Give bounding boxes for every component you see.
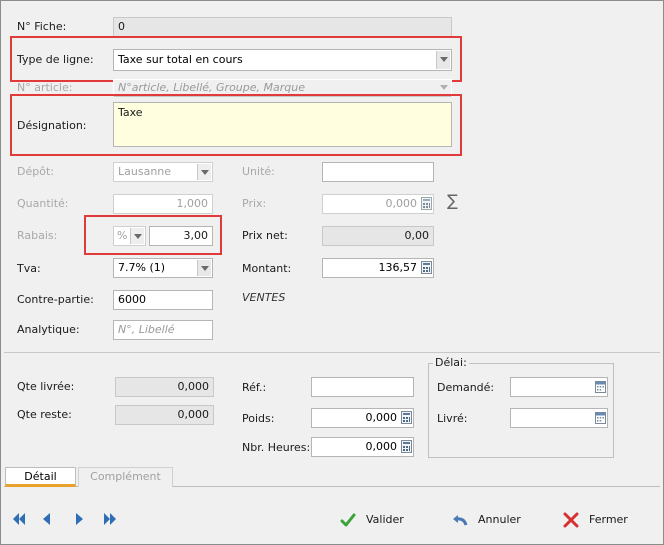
demande-date-field[interactable] <box>510 377 608 397</box>
depot-label: Dépôt: <box>17 165 54 178</box>
calculator-icon[interactable] <box>401 411 412 424</box>
previous-record-icon[interactable] <box>40 512 52 526</box>
montant-label: Montant: <box>242 262 292 275</box>
montant-field[interactable]: 136,57 <box>322 258 434 278</box>
poids-label: Poids: <box>242 412 275 425</box>
calculator-icon[interactable] <box>401 440 412 453</box>
montant-value: 136,57 <box>378 261 418 274</box>
contre-partie-field[interactable]: 6000 <box>113 290 213 310</box>
sum-icon[interactable]: ∑ <box>447 193 458 209</box>
next-record-icon[interactable] <box>74 512 86 526</box>
rabais-label: Rabais: <box>17 229 58 242</box>
quantite-field[interactable]: 1,000 <box>113 194 213 214</box>
check-icon <box>340 513 356 527</box>
heures-field[interactable]: 0,000 <box>311 437 414 457</box>
unite-label: Unité: <box>242 165 275 178</box>
livre-date-field[interactable] <box>510 408 608 428</box>
prix-value: 0,000 <box>385 197 418 210</box>
unite-field[interactable] <box>322 162 434 182</box>
quantite-label: Quantité: <box>17 197 69 210</box>
contre-partie-label: Contre-partie: <box>17 293 94 306</box>
analytique-placeholder: N°, Libellé <box>118 323 175 336</box>
poids-field[interactable]: 0,000 <box>311 408 414 428</box>
calculator-icon[interactable] <box>421 261 432 274</box>
ref-label: Réf.: <box>242 381 267 394</box>
chevron-down-icon[interactable] <box>440 85 448 90</box>
highlight-type <box>10 36 462 82</box>
demande-label: Demandé: <box>437 381 495 394</box>
ventes-text: VENTES <box>242 291 286 304</box>
tab-detail[interactable]: Détail <box>5 467 76 487</box>
analytique-field[interactable]: N°, Libellé <box>113 320 213 340</box>
valider-button[interactable]: Valider <box>340 508 404 532</box>
highlight-rabais <box>84 215 222 255</box>
tva-label: Tva: <box>17 262 41 275</box>
qte-reste-field: 0,000 <box>115 405 214 425</box>
prix-net-label: Prix net: <box>242 229 288 242</box>
prix-net-field: 0,00 <box>322 226 434 246</box>
qte-livree-label: Qte livrée: <box>17 380 75 393</box>
section-divider <box>4 352 660 353</box>
annuler-label: Annuler <box>478 513 521 526</box>
undo-icon <box>453 515 468 526</box>
article-label: N° article: <box>17 81 73 94</box>
qte-livree-field: 0,000 <box>115 377 214 397</box>
fermer-button[interactable]: Fermer <box>563 508 628 532</box>
delai-legend: Délai: <box>433 356 469 370</box>
fiche-label: N° Fiche: <box>17 20 67 33</box>
fermer-label: Fermer <box>589 513 628 526</box>
prix-label: Prix: <box>242 197 267 210</box>
tab-complement[interactable]: Complément <box>78 467 173 487</box>
calculator-icon[interactable] <box>421 197 432 210</box>
depot-value: Lausanne <box>118 165 172 178</box>
ref-field[interactable] <box>311 377 414 397</box>
prix-field[interactable]: 0,000 <box>322 194 434 214</box>
highlight-designation <box>10 94 462 156</box>
chevron-down-icon[interactable] <box>197 164 211 180</box>
depot-select[interactable]: Lausanne <box>113 162 213 182</box>
heures-value: 0,000 <box>365 440 398 453</box>
calendar-icon[interactable] <box>595 411 606 424</box>
heures-label: Nbr. Heures: <box>242 441 311 454</box>
poids-value: 0,000 <box>365 411 398 424</box>
calendar-icon[interactable] <box>595 380 606 393</box>
article-placeholder: N°article, Libellé, Groupe, Marque <box>118 81 305 94</box>
tva-value: 7.7% (1) <box>118 261 166 274</box>
livre-label: Livré: <box>437 412 468 425</box>
qte-reste-label: Qte reste: <box>17 408 72 421</box>
first-record-icon[interactable] <box>12 512 26 526</box>
chevron-down-icon[interactable] <box>197 260 211 276</box>
annuler-button[interactable]: Annuler <box>452 508 521 532</box>
analytique-label: Analytique: <box>17 323 80 336</box>
close-icon <box>563 512 579 528</box>
fiche-field: 0 <box>113 17 452 37</box>
valider-label: Valider <box>366 513 404 526</box>
tva-select[interactable]: 7.7% (1) <box>113 258 213 278</box>
last-record-icon[interactable] <box>103 512 117 526</box>
